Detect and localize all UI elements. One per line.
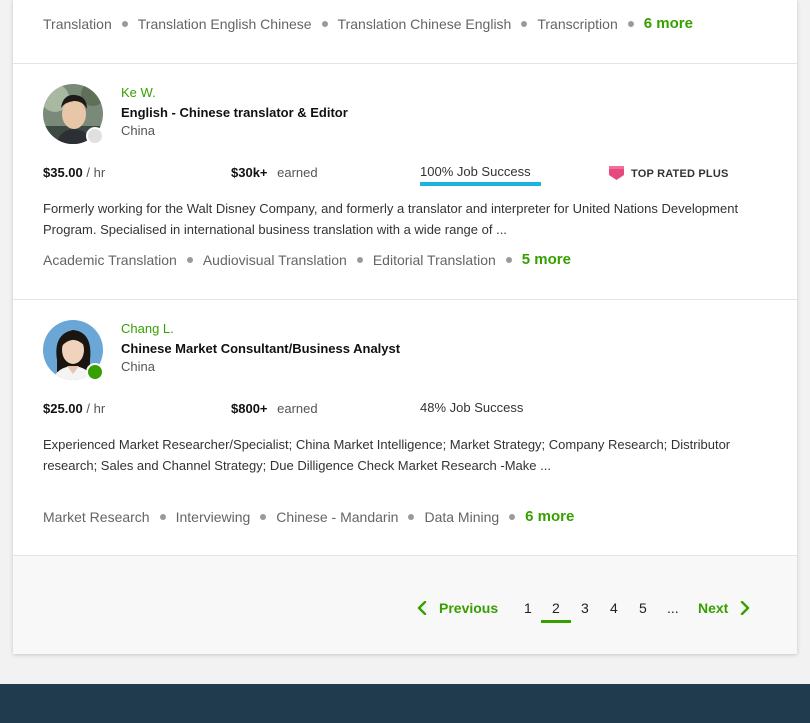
pagination-area: Previous 1 2 3 4 5 ... Next (13, 556, 797, 654)
total-earned: $800+ earned (231, 401, 318, 416)
freelancer-results-card: Translation Translation English Chinese … (13, 0, 797, 654)
separator-dot (121, 20, 128, 27)
badge-label: TOP RATED PLUS (631, 168, 729, 180)
separator-dot (260, 513, 267, 520)
skill-tag[interactable]: Translation English Chinese (138, 16, 312, 32)
separator-dot (509, 513, 516, 520)
page-5-button[interactable]: 5 (639, 600, 647, 616)
page-footer (0, 684, 810, 723)
skill-tags: Academic Translation Audiovisual Transla… (43, 251, 571, 268)
freelancer-title[interactable]: Chinese Market Consultant/Business Analy… (121, 341, 400, 356)
job-success-score: 48% Job Success (420, 400, 524, 415)
freelancer-description: Experienced Market Researcher/Specialist… (43, 437, 731, 473)
online-status-dot (86, 363, 104, 381)
top-rated-plus-badge: TOP RATED PLUS (608, 164, 729, 184)
rate-value: $25.00 (43, 401, 83, 416)
separator-dot (408, 513, 415, 520)
skill-tags: Translation Translation English Chinese … (43, 15, 693, 32)
rate-unit: / hr (86, 165, 106, 180)
job-success-bar (420, 182, 541, 186)
page-3-button[interactable]: 3 (581, 600, 589, 616)
skill-tag[interactable]: Data Mining (424, 509, 499, 525)
skill-tags: Market Research Interviewing Chinese - M… (43, 508, 574, 525)
freelancer-name[interactable]: Ke W. (121, 85, 156, 100)
skill-tag[interactable]: Market Research (43, 509, 150, 525)
freelancer-country: China (121, 359, 155, 374)
freelancer-description: Formerly working for the Walt Disney Com… (43, 201, 739, 237)
total-earned: $30k+ earned (231, 165, 318, 180)
skill-tag[interactable]: Chinese - Mandarin (276, 509, 398, 525)
offline-status-dot (86, 127, 104, 145)
job-success-score: 100% Job Success (420, 164, 531, 179)
pagination: Previous 1 2 3 4 5 ... Next (417, 593, 767, 623)
freelancer-name[interactable]: Chang L. (121, 321, 174, 336)
separator-dot (627, 20, 634, 27)
hourly-rate: $25.00 / hr (43, 401, 105, 416)
page-1-button[interactable]: 1 (524, 600, 532, 616)
chevron-right-icon (741, 601, 750, 615)
separator-dot (521, 20, 528, 27)
skill-tag[interactable]: Transcription (537, 16, 617, 32)
page-ellipsis: ... (667, 600, 679, 616)
next-page-button[interactable]: Next (698, 600, 750, 616)
separator-dot (159, 513, 166, 520)
badge-icon (608, 164, 625, 184)
hourly-rate: $35.00 / hr (43, 165, 105, 180)
more-skills-link[interactable]: 6 more (525, 508, 574, 525)
page-2-button[interactable]: 2 (552, 600, 560, 616)
skill-tag[interactable]: Interviewing (176, 509, 251, 525)
freelancer-country: China (121, 123, 155, 138)
previous-label: Previous (439, 600, 499, 616)
freelancer-tile[interactable]: Chang L. Chinese Market Consultant/Busin… (13, 300, 797, 556)
skill-tag[interactable]: Editorial Translation (373, 252, 496, 268)
previous-page-button[interactable]: Previous (417, 600, 498, 616)
separator-dot (321, 20, 328, 27)
separator-dot (186, 256, 193, 263)
rate-value: $35.00 (43, 165, 83, 180)
skill-tag[interactable]: Academic Translation (43, 252, 177, 268)
more-skills-link[interactable]: 5 more (522, 251, 571, 268)
skill-tag[interactable]: Audiovisual Translation (203, 252, 347, 268)
more-skills-link[interactable]: 6 more (644, 15, 693, 32)
earned-label: earned (277, 401, 318, 416)
skill-tag[interactable]: Translation (43, 16, 112, 32)
current-page-indicator (541, 620, 571, 623)
page-4-button[interactable]: 4 (610, 600, 618, 616)
freelancer-tile[interactable]: Ke W. English - Chinese translator & Edi… (13, 64, 797, 300)
freelancer-title[interactable]: English - Chinese translator & Editor (121, 105, 348, 120)
separator-dot (356, 256, 363, 263)
previous-result-tags-section: Translation Translation English Chinese … (13, 0, 797, 64)
next-label: Next (698, 600, 729, 616)
chevron-left-icon (417, 601, 427, 615)
rate-unit: / hr (86, 401, 106, 416)
earned-label: earned (277, 165, 318, 180)
separator-dot (505, 256, 512, 263)
earned-value: $30k+ (231, 165, 268, 180)
earned-value: $800+ (231, 401, 268, 416)
skill-tag[interactable]: Translation Chinese English (338, 16, 512, 32)
